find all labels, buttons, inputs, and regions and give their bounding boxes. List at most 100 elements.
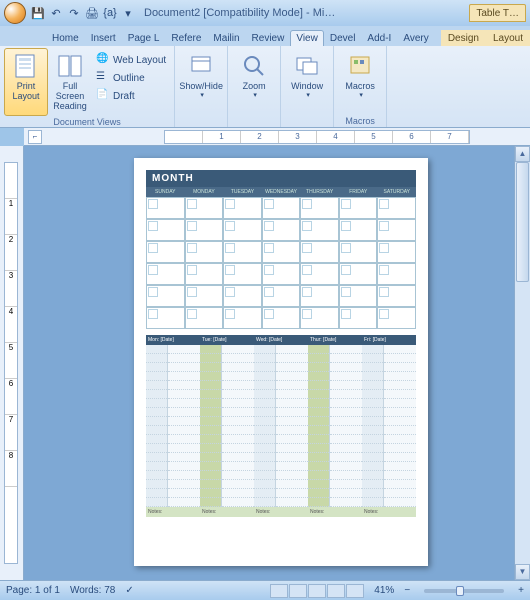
- page[interactable]: MONTH SUNDAYMONDAYTUESDAYWEDNESDAYTHURSD…: [134, 158, 428, 566]
- calendar-cell[interactable]: [300, 307, 339, 329]
- calendar-cell[interactable]: [339, 197, 378, 219]
- week-column[interactable]: [254, 345, 308, 507]
- calendar-cell[interactable]: [339, 263, 378, 285]
- calendar-cell[interactable]: [377, 285, 416, 307]
- calendar-cell[interactable]: [300, 285, 339, 307]
- calendar-cell[interactable]: [185, 219, 224, 241]
- week-column[interactable]: [362, 345, 416, 507]
- hruler-scale[interactable]: 1234567: [164, 130, 470, 144]
- calendar-cell[interactable]: [377, 307, 416, 329]
- showhide-button[interactable]: Show/Hide▾: [179, 48, 223, 125]
- zoom-slider[interactable]: [424, 589, 504, 593]
- calendar-cell[interactable]: [300, 197, 339, 219]
- draft-button[interactable]: 📄Draft: [94, 88, 168, 104]
- scroll-down-button[interactable]: ▼: [515, 564, 530, 580]
- showhide-icon: [188, 53, 214, 79]
- tab-page-layout[interactable]: Page L: [122, 30, 166, 46]
- calendar-cell[interactable]: [185, 263, 224, 285]
- tab-addins[interactable]: Add-I: [361, 30, 397, 46]
- calendar-cell[interactable]: [262, 197, 301, 219]
- calendar-cell[interactable]: [377, 241, 416, 263]
- outline-button[interactable]: ☰Outline: [94, 70, 168, 86]
- zoom-in-button[interactable]: +: [518, 585, 524, 596]
- calendar-cell[interactable]: [262, 219, 301, 241]
- calendar-cell[interactable]: [223, 285, 262, 307]
- calendar-cell[interactable]: [185, 285, 224, 307]
- calendar-cell[interactable]: [300, 219, 339, 241]
- macros-button[interactable]: Macros▾: [338, 48, 382, 115]
- tab-references[interactable]: Refere: [165, 30, 207, 46]
- zoom-out-button[interactable]: −: [404, 585, 410, 596]
- tab-layout[interactable]: Layout: [486, 30, 530, 46]
- save-icon[interactable]: 💾: [30, 5, 46, 21]
- calendar-cell[interactable]: [339, 285, 378, 307]
- tab-review[interactable]: Review: [246, 30, 291, 46]
- calendar-month-title[interactable]: MONTH: [146, 170, 416, 187]
- zoom-value[interactable]: 41%: [374, 585, 394, 596]
- calendar-cell[interactable]: [146, 263, 185, 285]
- tab-view[interactable]: View: [290, 30, 324, 46]
- status-proof-icon[interactable]: ✓: [125, 585, 133, 596]
- field-icon[interactable]: {a}: [102, 5, 118, 21]
- calendar-cell[interactable]: [262, 263, 301, 285]
- calendar-cell[interactable]: [146, 307, 185, 329]
- scroll-up-button[interactable]: ▲: [515, 146, 530, 162]
- tab-home[interactable]: Home: [46, 30, 85, 46]
- week-grid[interactable]: [146, 345, 416, 507]
- calendar-cell[interactable]: [223, 241, 262, 263]
- undo-icon[interactable]: ↶: [48, 5, 64, 21]
- ruler-toggle[interactable]: ⌐: [28, 130, 42, 144]
- calendar-cell[interactable]: [377, 197, 416, 219]
- calendar-cell[interactable]: [262, 285, 301, 307]
- print-layout-button[interactable]: Print Layout: [4, 48, 48, 116]
- calendar-cell[interactable]: [339, 307, 378, 329]
- vruler-scale[interactable]: 12345678: [4, 162, 18, 564]
- view-full-screen-icon[interactable]: [289, 584, 307, 598]
- view-draft-icon[interactable]: [346, 584, 364, 598]
- view-outline-icon[interactable]: [327, 584, 345, 598]
- calendar-cell[interactable]: [223, 197, 262, 219]
- week-column[interactable]: [308, 345, 362, 507]
- calendar-cell[interactable]: [146, 219, 185, 241]
- calendar-cell[interactable]: [185, 241, 224, 263]
- calendar-cell[interactable]: [300, 241, 339, 263]
- qat-more-icon[interactable]: ▾: [120, 5, 136, 21]
- calendar-cell[interactable]: [262, 241, 301, 263]
- calendar-cell[interactable]: [377, 263, 416, 285]
- calendar-cell[interactable]: [146, 241, 185, 263]
- calendar-cell[interactable]: [223, 219, 262, 241]
- week-column[interactable]: [200, 345, 254, 507]
- tab-developer[interactable]: Devel: [324, 30, 362, 46]
- calendar-cell[interactable]: [262, 307, 301, 329]
- status-page[interactable]: Page: 1 of 1: [6, 585, 60, 596]
- window-button[interactable]: Window▾: [285, 48, 329, 125]
- calendar-cell[interactable]: [185, 307, 224, 329]
- tab-insert[interactable]: Insert: [85, 30, 122, 46]
- web-layout-button[interactable]: 🌐Web Layout: [94, 52, 168, 68]
- status-words[interactable]: Words: 78: [70, 585, 115, 596]
- redo-icon[interactable]: ↷: [66, 5, 82, 21]
- print-preview-icon[interactable]: 🖨: [84, 5, 100, 21]
- calendar-cell[interactable]: [339, 241, 378, 263]
- zoom-button[interactable]: Zoom▾: [232, 48, 276, 125]
- tab-avery[interactable]: Avery: [397, 30, 434, 46]
- calendar-cell[interactable]: [377, 219, 416, 241]
- zoom-thumb[interactable]: [456, 586, 464, 596]
- tab-design[interactable]: Design: [441, 30, 486, 46]
- view-print-layout-icon[interactable]: [270, 584, 288, 598]
- office-button[interactable]: [4, 2, 26, 24]
- calendar-cell[interactable]: [146, 197, 185, 219]
- document-canvas[interactable]: MONTH SUNDAYMONDAYTUESDAYWEDNESDAYTHURSD…: [24, 146, 514, 580]
- calendar-cell[interactable]: [185, 197, 224, 219]
- calendar-grid[interactable]: [146, 197, 416, 329]
- calendar-cell[interactable]: [146, 285, 185, 307]
- full-screen-reading-button[interactable]: Full Screen Reading: [48, 48, 92, 116]
- calendar-cell[interactable]: [339, 219, 378, 241]
- calendar-cell[interactable]: [223, 307, 262, 329]
- calendar-cell[interactable]: [300, 263, 339, 285]
- tab-mailings[interactable]: Mailin: [207, 30, 245, 46]
- view-web-icon[interactable]: [308, 584, 326, 598]
- vscroll-thumb[interactable]: [516, 162, 529, 282]
- week-column[interactable]: [146, 345, 200, 507]
- calendar-cell[interactable]: [223, 263, 262, 285]
